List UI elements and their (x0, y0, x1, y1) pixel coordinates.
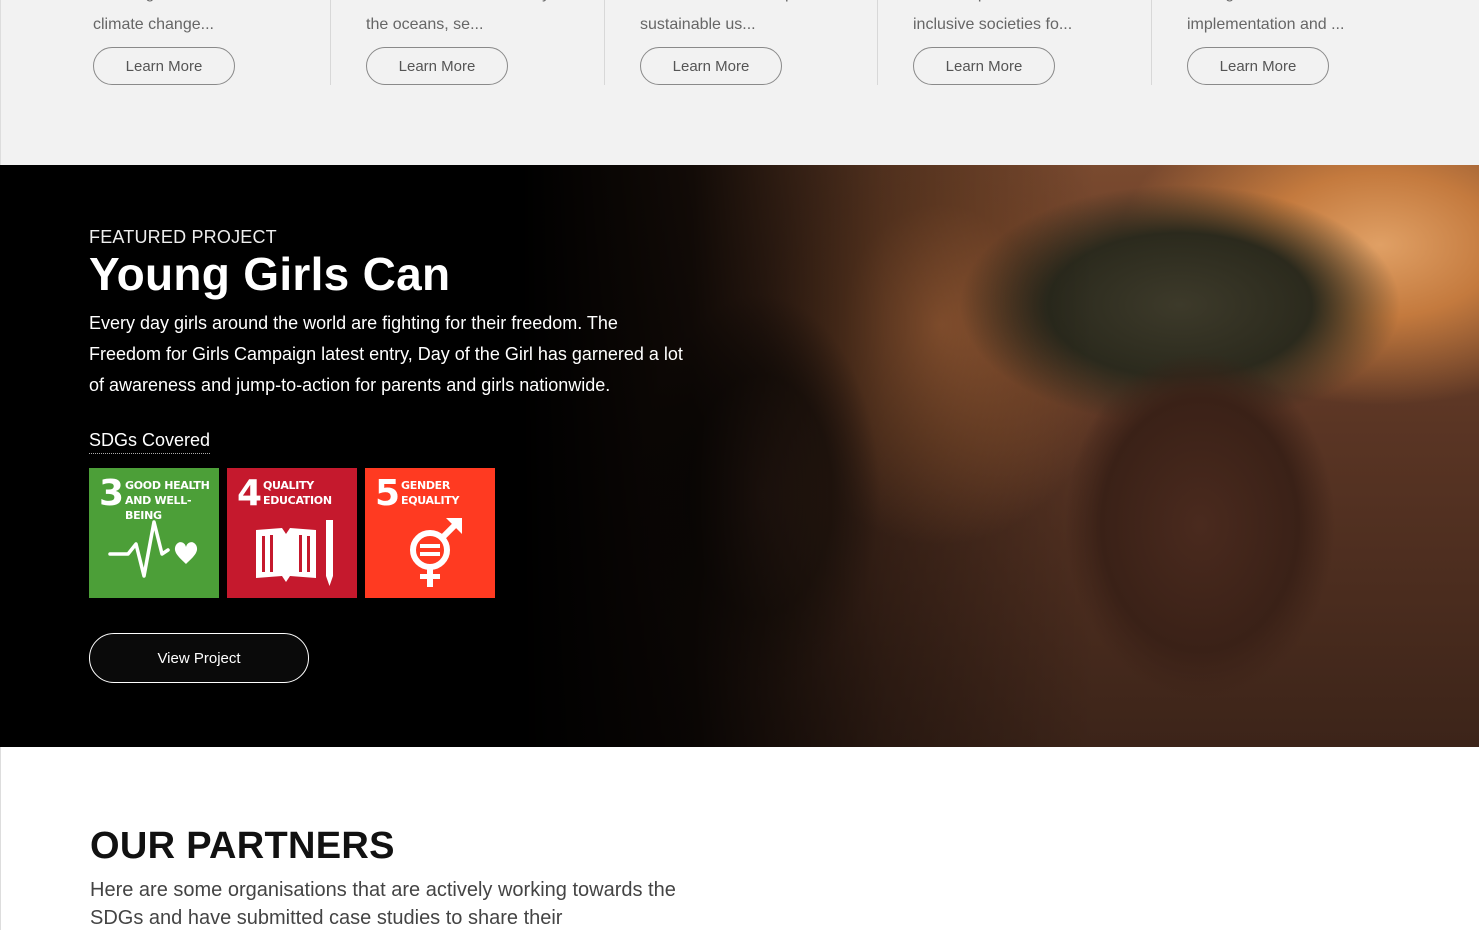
partners-title: OUR PARTNERS (90, 825, 395, 867)
learn-more-button[interactable]: Learn More (1187, 47, 1329, 85)
featured-eyebrow: FEATURED PROJECT (89, 227, 277, 247)
goal-number: 3 (99, 473, 125, 514)
sdg-cards-section: Take urgent action to combat climate cha… (0, 0, 1479, 165)
sdgs-covered-label: SDGs Covered (89, 430, 211, 454)
card-divider (877, 0, 878, 85)
learn-more-button[interactable]: Learn More (640, 47, 782, 85)
view-project-button[interactable]: View Project (89, 633, 309, 683)
goal-tile-good-health[interactable]: 3 GOOD HEALTH AND WELL-BEING (89, 468, 219, 598)
card-divider (1151, 0, 1152, 85)
goal-number: 4 (237, 473, 263, 514)
project-title: Young Girls Can (89, 248, 451, 300)
sdg-card-excerpt: Protect, restore and promote sustainable… (640, 0, 844, 33)
sdg-goal-tiles: 3 GOOD HEALTH AND WELL-BEING 4 QUALITY E… (89, 468, 495, 598)
goal-name: QUALITY EDUCATION (263, 479, 332, 507)
sdg-card-excerpt: Strengthen the means of implementation a… (1187, 0, 1362, 33)
sdg-card-excerpt: Promote peaceful and inclusive societies… (913, 0, 1073, 33)
goal-tile-gender-equality[interactable]: 5 GENDER EQUALITY (365, 468, 495, 598)
sdg-card-excerpt: Take urgent action to combat climate cha… (93, 0, 298, 33)
card-divider (330, 0, 331, 85)
learn-more-button[interactable]: Learn More (366, 47, 508, 85)
featured-project-photo (520, 165, 1479, 747)
gender-equality-icon (410, 518, 462, 587)
partners-section: OUR PARTNERS Here are some organisations… (0, 747, 1479, 930)
sdg-card-excerpt: Conserve and sustainably use the oceans,… (366, 0, 580, 33)
partners-description: Here are some organisations that are act… (90, 879, 676, 929)
book-pencil-icon (256, 520, 333, 586)
card-divider (604, 0, 605, 85)
goal-tile-quality-education[interactable]: 4 QUALITY EDUCATION (227, 468, 357, 598)
learn-more-button[interactable]: Learn More (913, 47, 1055, 85)
goal-name: GENDER EQUALITY (401, 479, 460, 507)
project-description: Every day girls around the world are fig… (89, 313, 683, 395)
goal-number: 5 (375, 473, 401, 514)
featured-project-section: FEATURED PROJECT Young Girls Can Every d… (0, 165, 1479, 747)
heartbeat-icon (108, 520, 198, 578)
learn-more-button[interactable]: Learn More (93, 47, 235, 85)
